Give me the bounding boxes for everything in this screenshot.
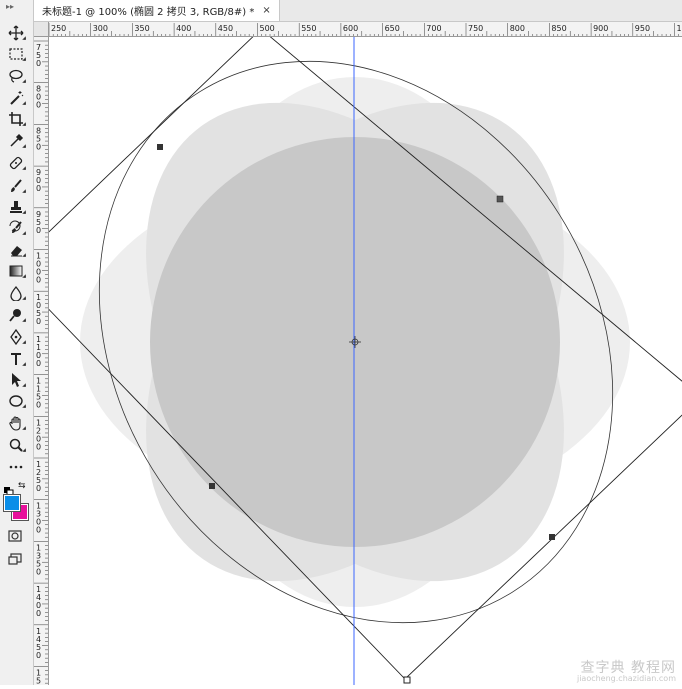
ruler-label: 900 <box>593 24 608 33</box>
ruler-label: 1050 <box>36 293 41 326</box>
ruler-label: 10 <box>677 24 682 33</box>
ruler-label: 1200 <box>36 418 41 451</box>
ruler-label: 750 <box>468 24 483 33</box>
ruler-label: 800 <box>36 85 41 110</box>
document-tab-bar: 未标题-1 @ 100% (椭圆 2 拷贝 3, RGB/8#) * × <box>34 0 682 22</box>
swap-colors-icon[interactable]: ⇆ <box>18 481 26 491</box>
ruler-label: 400 <box>176 24 191 33</box>
ruler-label: 1400 <box>36 585 41 618</box>
watermark: 查字典 教程网 jiaocheng.chazidian.com <box>577 661 676 683</box>
dodge-tool-icon[interactable] <box>5 306 27 324</box>
blur-tool-icon[interactable] <box>5 284 27 302</box>
ruler-label: 850 <box>551 24 566 33</box>
ruler-label: 1250 <box>36 460 41 493</box>
transform-handle[interactable] <box>157 144 163 150</box>
ruler-label: 550 <box>301 24 316 33</box>
healing-brush-tool-icon[interactable] <box>5 154 27 172</box>
canvas-artwork <box>49 37 682 685</box>
magic-wand-tool-icon[interactable] <box>5 89 27 107</box>
ruler-label: 1150 <box>36 377 41 410</box>
clone-stamp-tool-icon[interactable] <box>5 198 27 216</box>
lasso-tool-icon[interactable] <box>5 67 27 85</box>
type-tool-icon[interactable] <box>5 350 27 368</box>
quick-mask-icon[interactable] <box>8 527 22 546</box>
document-tab[interactable]: 未标题-1 @ 100% (椭圆 2 拷贝 3, RGB/8#) * × <box>34 0 280 21</box>
ruler-label: 450 <box>218 24 233 33</box>
brush-tool-icon[interactable] <box>5 177 27 195</box>
ruler-label: 850 <box>36 126 41 151</box>
ruler-label: 1450 <box>36 627 41 660</box>
path-selection-tool-icon[interactable] <box>5 371 27 389</box>
ruler-label: 750 <box>36 43 41 68</box>
ruler-label: 1500 <box>36 669 41 686</box>
ruler-label: 650 <box>385 24 400 33</box>
ruler-label: 250 <box>51 24 66 33</box>
watermark-url: jiaocheng.chazidian.com <box>577 675 676 683</box>
panel-grip-icon[interactable]: ▸▸ <box>6 2 26 12</box>
screen-mode-icon[interactable] <box>8 550 22 569</box>
ellipse-tool-icon[interactable] <box>5 392 27 410</box>
ruler-label: 600 <box>343 24 358 33</box>
ruler-label: 950 <box>635 24 650 33</box>
ruler-label: 700 <box>426 24 441 33</box>
gradient-tool-icon[interactable] <box>5 262 27 280</box>
horizontal-ruler[interactable]: 250 300 350 400 450 500 550 600 650 700 750 800 850 9… <box>34 22 682 37</box>
more-tools-icon[interactable] <box>5 458 27 476</box>
marquee-tool-icon[interactable] <box>5 45 27 63</box>
ruler-label: 500 <box>260 24 275 33</box>
foreground-color-swatch[interactable] <box>4 495 20 511</box>
history-brush-tool-icon[interactable] <box>5 219 27 237</box>
eyedropper-tool-icon[interactable] <box>5 132 27 150</box>
hand-tool-icon[interactable] <box>5 414 27 432</box>
transform-handle[interactable] <box>497 196 503 202</box>
transform-handle[interactable] <box>209 483 215 489</box>
move-tool-icon[interactable] <box>5 24 27 42</box>
ruler-label: 1000 <box>36 252 41 285</box>
ruler-label: 1350 <box>36 543 41 576</box>
default-colors-icon[interactable] <box>4 482 14 492</box>
document-tab-title: 未标题-1 @ 100% (椭圆 2 拷贝 3, RGB/8#) * <box>42 3 254 18</box>
zoom-tool-icon[interactable] <box>5 436 27 454</box>
ruler-label: 950 <box>36 210 41 235</box>
ruler-label: 1100 <box>36 335 41 368</box>
tools-panel: ▸▸ ⇆ <box>0 0 34 685</box>
watermark-title: 查字典 教程网 <box>577 661 676 675</box>
eraser-tool-icon[interactable] <box>5 241 27 259</box>
pen-tool-icon[interactable] <box>5 328 27 346</box>
crop-tool-icon[interactable] <box>5 110 27 128</box>
document-canvas[interactable] <box>49 37 682 685</box>
ruler-label: 800 <box>510 24 525 33</box>
close-tab-button[interactable]: × <box>262 5 270 16</box>
ruler-label: 350 <box>134 24 149 33</box>
ruler-label: 900 <box>36 168 41 193</box>
transform-handle[interactable] <box>404 677 410 683</box>
ruler-label: 300 <box>93 24 108 33</box>
ruler-label: 1300 <box>36 502 41 535</box>
transform-handle[interactable] <box>549 534 555 540</box>
ruler-origin[interactable] <box>34 22 49 37</box>
vertical-ruler[interactable]: 750 800 850 900 950 1000 1050 1100 1150 1200 1250 1… <box>34 37 49 685</box>
